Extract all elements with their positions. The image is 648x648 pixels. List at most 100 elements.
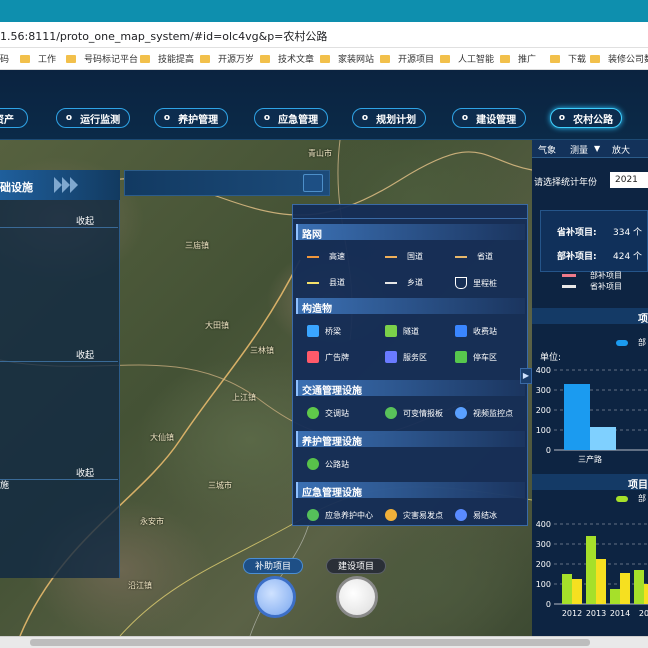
- bookmark-label[interactable]: 装修公司数据: [608, 52, 648, 65]
- map-label: 永安市: [140, 517, 164, 526]
- tunnel-icon: [385, 325, 397, 337]
- bookmark-label[interactable]: 技能提高: [158, 52, 194, 65]
- legend-item[interactable]: 易结冰: [455, 509, 497, 521]
- folder-icon: [260, 54, 270, 63]
- x-tick-label: 三产路: [578, 454, 602, 464]
- bookmark-item[interactable]: 装修公司数据: [590, 52, 648, 65]
- collapse-button[interactable]: 收起: [76, 348, 94, 361]
- bookmarks-bar: 码 工作 号码标记平台 技能提高 开源万岁 技术文章 家装网站 开源项目 人工智能 推广 下载 装修公…: [0, 48, 648, 70]
- collapse-row[interactable]: 收起: [0, 346, 118, 362]
- bar[interactable]: [634, 570, 644, 604]
- bar[interactable]: [564, 384, 590, 450]
- nav-tab-label[interactable]: 应急管理: [278, 111, 318, 126]
- bookmark-item[interactable]: 开源万岁: [200, 52, 254, 65]
- bookmark-label[interactable]: 技术文章: [278, 52, 314, 65]
- year-select[interactable]: 2021: [610, 172, 648, 188]
- bookmark-label[interactable]: 人工智能: [458, 52, 494, 65]
- horizontal-scrollbar[interactable]: [0, 636, 648, 648]
- bookmark-item[interactable]: 码: [0, 52, 9, 65]
- map-label: 沿江镇: [128, 581, 152, 590]
- nav-tab[interactable]: o 农村公路: [550, 108, 622, 128]
- bookmark-item[interactable]: 号码标记平台: [66, 52, 138, 65]
- legend-item[interactable]: 可变情报板: [385, 407, 443, 419]
- address-bar[interactable]: 1.56:8111/proto_one_map_system/#id=olc4v…: [0, 22, 648, 48]
- legend-item[interactable]: 国道: [385, 251, 423, 262]
- bar[interactable]: [644, 584, 648, 604]
- subsidy-projects-label[interactable]: 补助项目: [243, 558, 303, 574]
- zoom-in-tool[interactable]: 放大: [612, 143, 630, 156]
- bar[interactable]: [572, 579, 582, 604]
- bookmark-item[interactable]: 推广: [500, 52, 536, 65]
- construction-projects-button[interactable]: [336, 576, 378, 618]
- bookmark-item[interactable]: 技术文章: [260, 52, 314, 65]
- legend-item[interactable]: 乡道: [385, 277, 423, 288]
- nav-tab-label[interactable]: 资产: [0, 111, 14, 126]
- bar[interactable]: [562, 574, 572, 604]
- legend-item[interactable]: 视频监控点: [455, 407, 513, 419]
- bookmark-item[interactable]: 家装网站: [320, 52, 374, 65]
- bookmark-item[interactable]: 下载: [550, 52, 586, 65]
- collapse-row[interactable]: 收起: [0, 212, 118, 228]
- bookmark-label[interactable]: 推广: [518, 52, 536, 65]
- bookmark-label[interactable]: 开源项目: [398, 52, 434, 65]
- nav-tab-label[interactable]: 规划计划: [376, 111, 416, 126]
- bookmark-label[interactable]: 开源万岁: [218, 52, 254, 65]
- nav-tab[interactable]: o 建设管理: [452, 108, 526, 128]
- layers-icon[interactable]: [303, 174, 323, 192]
- bar[interactable]: [586, 536, 596, 604]
- legend-item[interactable]: 广告牌: [307, 351, 349, 363]
- road-line-icon: [385, 281, 397, 284]
- legend-item[interactable]: 交调站: [307, 407, 349, 419]
- legend-expand-toggle[interactable]: ▶: [520, 368, 532, 384]
- collapse-button[interactable]: 收起: [76, 214, 94, 227]
- construction-projects-label[interactable]: 建设项目: [326, 558, 386, 574]
- bookmark-label[interactable]: 家装网站: [338, 52, 374, 65]
- nav-tab-label[interactable]: 运行监测: [80, 111, 120, 126]
- map-label: 三城市: [208, 481, 232, 490]
- nav-tab[interactable]: o 运行监测: [56, 108, 130, 128]
- facility-item[interactable]: 施: [0, 478, 9, 491]
- nav-tab[interactable]: o 规划计划: [352, 108, 426, 128]
- legend-item[interactable]: 灾害易发点: [385, 509, 443, 521]
- legend-item[interactable]: 省道: [455, 251, 493, 262]
- legend-item[interactable]: 公路站: [307, 458, 349, 470]
- collapse-button[interactable]: 收起: [76, 466, 94, 479]
- legend-item[interactable]: 高速: [307, 251, 345, 262]
- legend-item[interactable]: 县道: [307, 277, 345, 288]
- bookmark-label[interactable]: 工作: [38, 52, 56, 65]
- subsidy-projects-button[interactable]: [254, 576, 296, 618]
- legend-item[interactable]: 服务区: [385, 351, 427, 363]
- chevron-down-icon[interactable]: ▼: [594, 144, 600, 153]
- bookmark-item[interactable]: 人工智能: [440, 52, 494, 65]
- nav-tab[interactable]: 资产: [0, 108, 28, 128]
- chevron-right-icon: [70, 177, 78, 193]
- legend-item[interactable]: 桥梁: [307, 325, 341, 337]
- nav-tab-label[interactable]: 农村公路: [573, 111, 613, 126]
- nav-tab[interactable]: o 应急管理: [254, 108, 328, 128]
- collapse-row[interactable]: 收起: [0, 464, 118, 480]
- address-text[interactable]: 1.56:8111/proto_one_map_system/#id=olc4v…: [0, 28, 327, 44]
- bar[interactable]: [596, 559, 606, 604]
- weather-tool[interactable]: 气象: [538, 143, 556, 156]
- bookmark-item[interactable]: 工作: [20, 52, 56, 65]
- bookmark-label[interactable]: 码: [0, 52, 9, 65]
- bar[interactable]: [590, 427, 616, 450]
- bookmark-item[interactable]: 开源项目: [380, 52, 434, 65]
- nav-tab-label[interactable]: 建设管理: [476, 111, 516, 126]
- legend-item[interactable]: 应急养护中心: [307, 509, 373, 521]
- legend-item[interactable]: 里程桩: [455, 277, 497, 289]
- bookmark-label[interactable]: 下载: [568, 52, 586, 65]
- legend-item[interactable]: 收费站: [455, 325, 497, 337]
- legend-section-header: 构造物: [296, 298, 525, 315]
- service-area-icon: [385, 351, 397, 363]
- legend-item[interactable]: 隧道: [385, 325, 419, 337]
- bar[interactable]: [610, 589, 620, 604]
- legend-item[interactable]: 停车区: [455, 351, 497, 363]
- bookmark-item[interactable]: 技能提高: [140, 52, 194, 65]
- scrollbar-thumb[interactable]: [30, 639, 590, 646]
- nav-tab-label[interactable]: 养护管理: [178, 111, 218, 126]
- bookmark-label[interactable]: 号码标记平台: [84, 52, 138, 65]
- measure-tool[interactable]: 测量: [570, 143, 588, 156]
- bar[interactable]: [620, 573, 630, 604]
- nav-tab[interactable]: o 养护管理: [154, 108, 228, 128]
